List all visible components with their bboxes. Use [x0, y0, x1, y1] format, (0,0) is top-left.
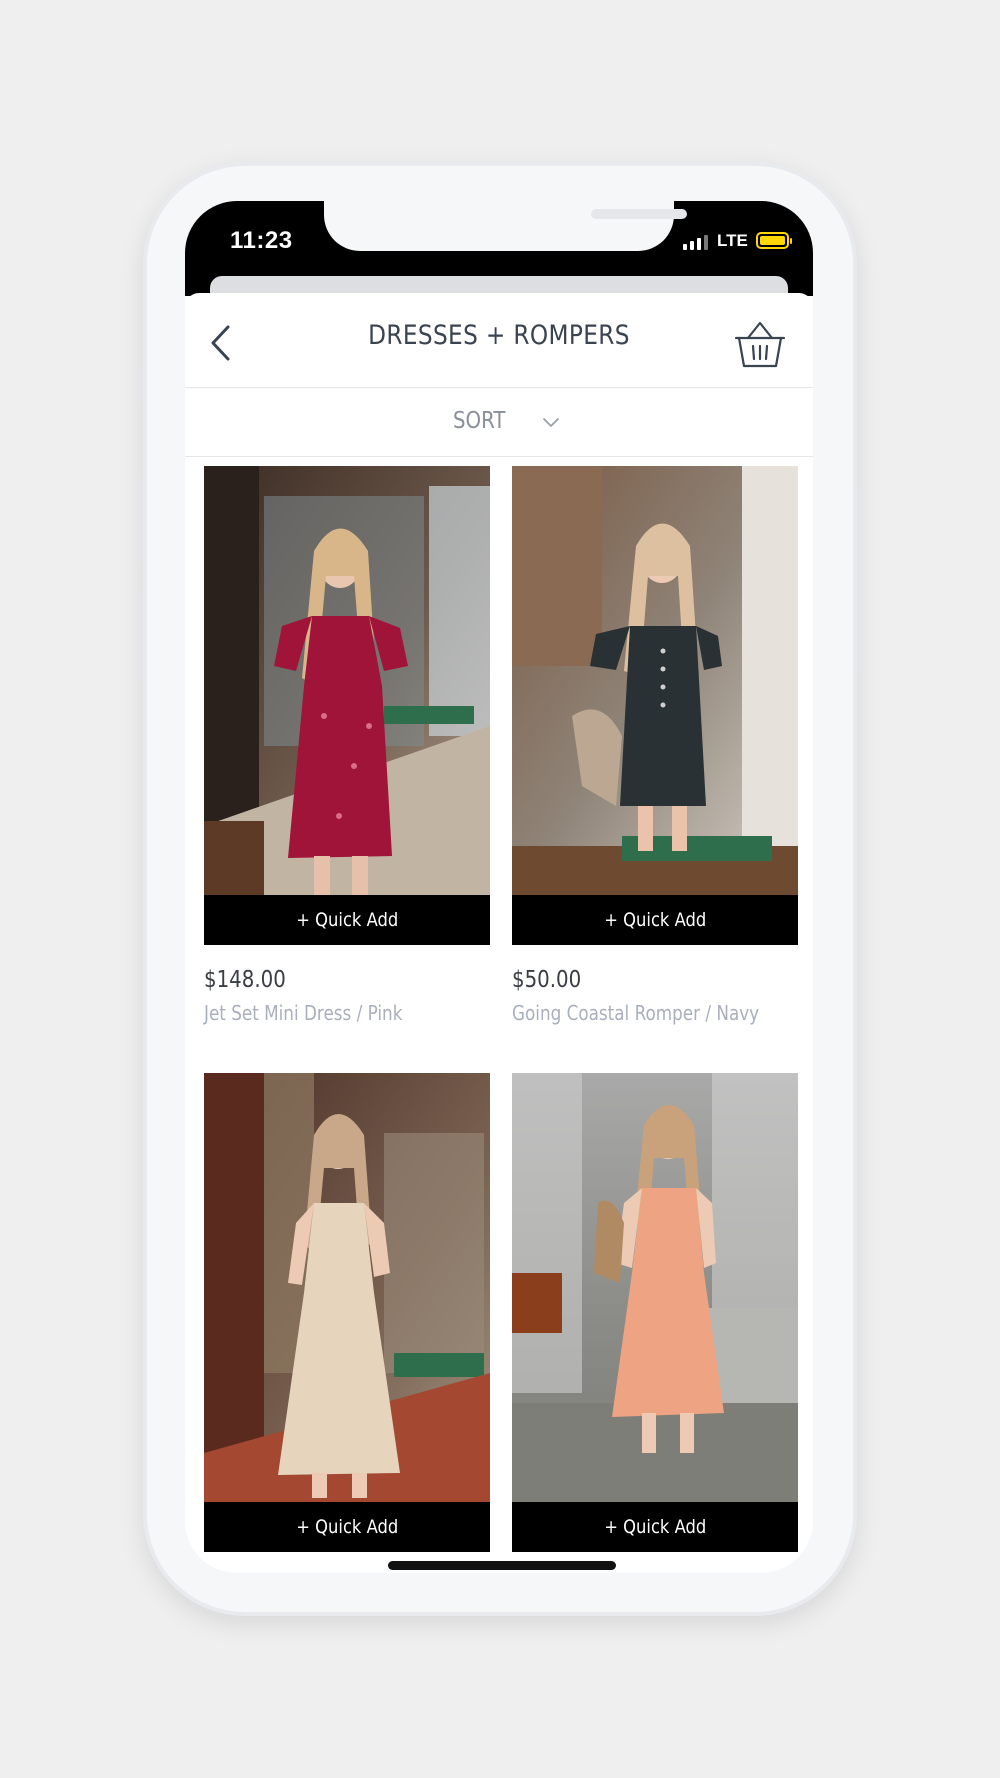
- product-name[interactable]: Jet Set Mini Dress / Pink: [204, 1001, 444, 1025]
- network-label: LTE: [717, 231, 748, 250]
- product-price: $148.00: [204, 967, 286, 993]
- product-card: + Quick Add $50.00 Going Coastal Romper …: [512, 466, 798, 1025]
- signal-icon: [683, 234, 708, 250]
- status-time: 11:23: [230, 227, 293, 254]
- product-image[interactable]: [512, 1073, 798, 1502]
- side-button-volume-down: [137, 590, 142, 680]
- side-button-volume-up: [137, 475, 142, 565]
- home-indicator[interactable]: [388, 1561, 616, 1570]
- quick-add-button[interactable]: + Quick Add: [512, 895, 798, 945]
- product-name[interactable]: Going Coastal Romper / Navy: [512, 1001, 759, 1025]
- product-image[interactable]: [204, 1073, 490, 1502]
- quick-add-button[interactable]: + Quick Add: [204, 895, 490, 945]
- sort-dropdown[interactable]: SORT: [185, 388, 813, 457]
- side-button-power: [858, 485, 863, 675]
- product-card: + Quick Add: [204, 1073, 490, 1573]
- basket-icon[interactable]: [733, 319, 787, 371]
- product-card: + Quick Add: [512, 1073, 798, 1573]
- app-header: DRESSES + ROMPERS: [185, 293, 813, 388]
- product-price: $50.00: [512, 967, 582, 993]
- quick-add-button[interactable]: + Quick Add: [204, 1502, 490, 1552]
- battery-icon: [756, 232, 792, 249]
- product-card: + Quick Add $148.00 Jet Set Mini Dress /…: [204, 466, 490, 1025]
- notch: [324, 201, 687, 251]
- sort-label: SORT: [453, 408, 506, 434]
- side-button-silent: [137, 365, 142, 405]
- page-title: DRESSES + ROMPERS: [368, 320, 630, 351]
- chevron-down-icon: [543, 418, 559, 427]
- speaker-grille: [591, 209, 687, 219]
- phone-screen: 11:23 LTE DRESSES + ROMPERS SORT + Quick…: [185, 201, 813, 1573]
- product-image[interactable]: [204, 466, 490, 895]
- quick-add-button[interactable]: + Quick Add: [512, 1502, 798, 1552]
- product-image[interactable]: [512, 466, 798, 895]
